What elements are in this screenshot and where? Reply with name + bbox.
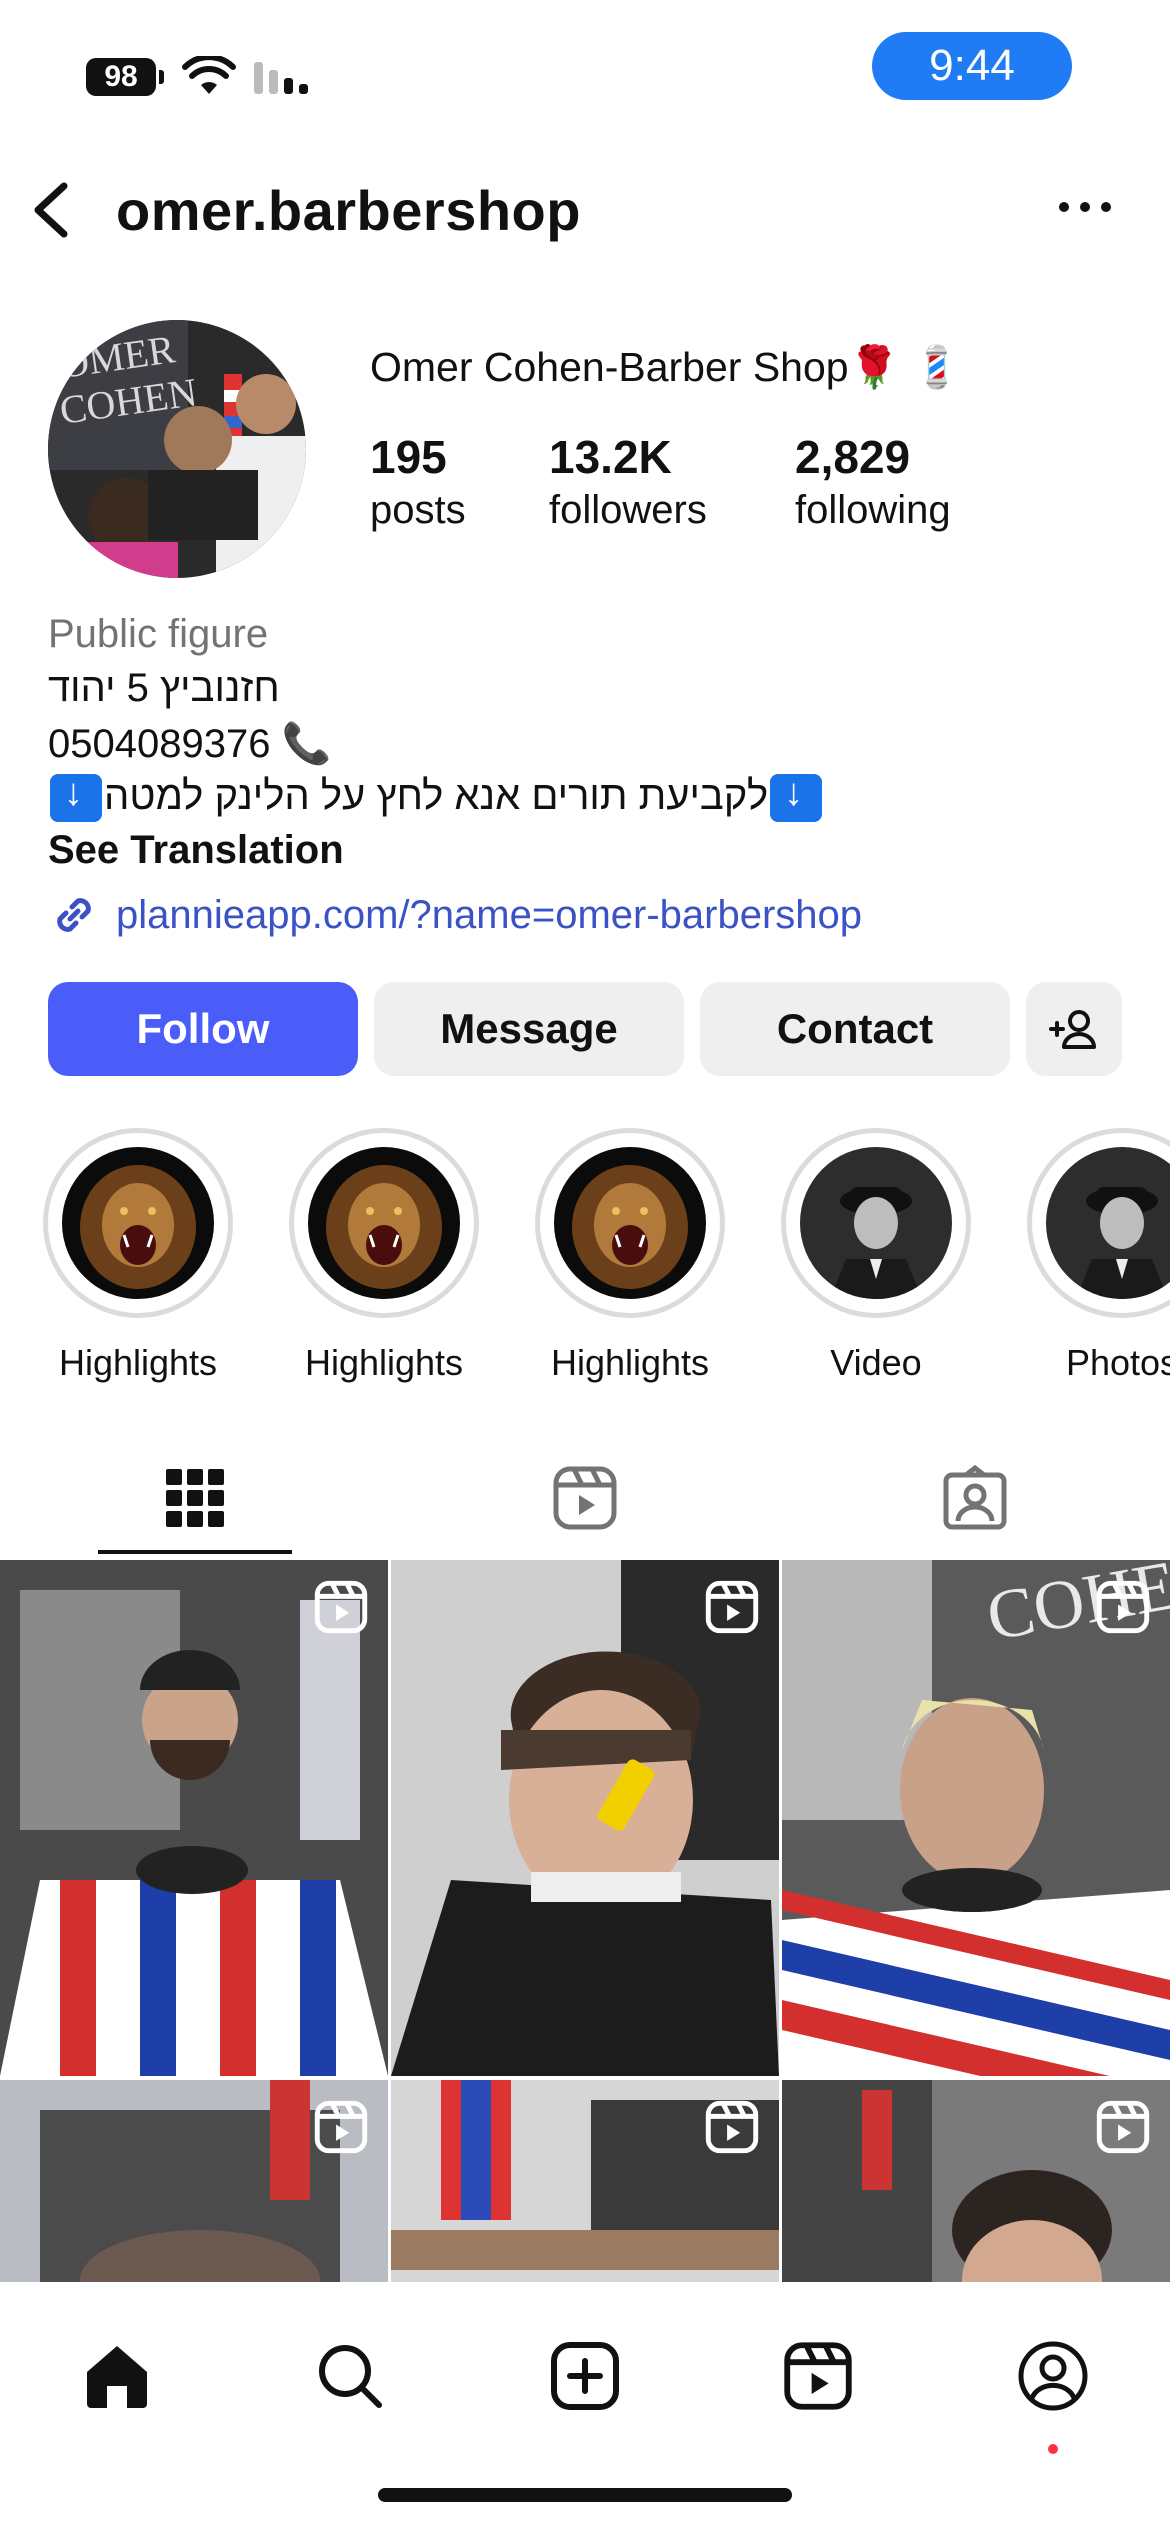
link-icon (57, 898, 91, 932)
highlight-label: Photos (1065, 1342, 1170, 1383)
reel-badge-icon (1096, 1580, 1150, 1634)
posts-count: 195 (370, 431, 447, 483)
back-arrow-icon[interactable] (22, 176, 82, 244)
highlight-item[interactable]: Video (776, 1128, 976, 1384)
down-arrow-emoji-icon (770, 772, 823, 823)
posts-stat[interactable]: 195 posts (370, 430, 466, 533)
highlight-ring (289, 1128, 479, 1318)
lion-image (554, 1147, 706, 1299)
reels-icon (784, 2342, 852, 2410)
battery-indicator: 98 (86, 58, 164, 96)
nav-reels[interactable] (758, 2326, 878, 2426)
grid-icon (166, 1469, 224, 1527)
reel-badge-icon (1096, 2100, 1150, 2154)
highlight-ring (535, 1128, 725, 1318)
profile-header: omer.barbershop (0, 160, 1170, 260)
highlight-label: Video (830, 1342, 922, 1383)
man-in-cap-image (1046, 1147, 1170, 1299)
create-icon (551, 2342, 619, 2410)
highlight-ring (1027, 1128, 1170, 1318)
home-icon (87, 2346, 147, 2408)
lion-image (308, 1147, 460, 1299)
reel-badge-icon (314, 1580, 368, 1634)
post-thumbnail[interactable]: COHEN (782, 1560, 1170, 2076)
reel-badge-icon (705, 1580, 759, 1634)
highlight-item[interactable]: Highlights (38, 1128, 238, 1384)
status-time[interactable]: 9:44 (872, 32, 1072, 100)
wifi-icon (182, 56, 236, 94)
tab-tagged[interactable] (780, 1440, 1170, 1556)
profile-category: Public figure (48, 612, 269, 656)
highlight-ring (781, 1128, 971, 1318)
down-arrow-emoji-icon (50, 772, 102, 823)
more-options-icon[interactable] (1058, 200, 1112, 214)
followers-stat[interactable]: 13.2K followers (549, 430, 707, 533)
bio-booking-text: לקביעת תורים אנא לחץ על הלינק למטה (104, 774, 769, 818)
posts-grid: COHEN (0, 1560, 1170, 2284)
cellular-signal-icon (254, 62, 308, 94)
post-thumbnail[interactable] (0, 1560, 388, 2076)
active-tab-indicator (98, 1550, 292, 1554)
profile-avatar[interactable]: OMER COHEN (48, 320, 306, 578)
notification-dot (1048, 2444, 1058, 2454)
suggested-accounts-button[interactable] (1026, 982, 1122, 1076)
see-translation-link[interactable]: See Translation (48, 828, 1128, 886)
nav-search[interactable] (290, 2326, 410, 2426)
post-thumbnail[interactable] (391, 1560, 779, 2076)
tab-grid[interactable] (0, 1440, 390, 1556)
bio-phone[interactable]: 0504089376 📞 (48, 720, 1128, 774)
following-count: 2,829 (795, 431, 911, 483)
profile-tabs (0, 1440, 1170, 1556)
highlight-item[interactable]: Photos (1022, 1128, 1170, 1384)
tagged-icon (943, 1465, 1007, 1530)
reel-badge-icon (314, 2100, 368, 2154)
following-stat[interactable]: 2,829 following (795, 430, 951, 533)
profile-bio: Public figure חזנוביץ 5 יהוד 0504089376 … (48, 612, 1128, 944)
reel-badge-icon (705, 2100, 759, 2154)
post-thumbnail[interactable] (0, 2080, 388, 2284)
reels-icon (553, 1466, 617, 1530)
message-button[interactable]: Message (374, 982, 684, 1076)
post-thumbnail[interactable] (782, 2080, 1170, 2284)
tab-reels[interactable] (390, 1440, 780, 1556)
nav-create[interactable] (525, 2326, 645, 2426)
status-bar: 98 9:44 (0, 0, 1170, 140)
highlight-label: Highlights (58, 1342, 218, 1383)
contact-button[interactable]: Contact (700, 982, 1010, 1076)
highlight-ring (43, 1128, 233, 1318)
home-indicator[interactable] (378, 2488, 792, 2502)
bio-link[interactable]: plannieapp.com/?name=omer-barbershop (48, 886, 1128, 944)
lion-image (62, 1147, 214, 1299)
follow-button[interactable]: Follow (48, 982, 358, 1076)
bio-booking-line: לקביעת תורים אנא לחץ על הלינק למטה (48, 772, 1128, 828)
nav-profile[interactable] (993, 2326, 1113, 2426)
following-label: following (795, 488, 951, 532)
highlight-item[interactable]: Highlights (530, 1128, 730, 1384)
man-in-cap-image (800, 1147, 952, 1299)
profile-display-name: Omer Cohen-Barber Shop🌹 💈 (370, 344, 963, 390)
add-person-icon (1049, 1010, 1096, 1049)
followers-label: followers (549, 488, 707, 532)
highlight-label: Highlights (304, 1342, 464, 1383)
followers-count: 13.2K (549, 431, 672, 483)
highlight-item[interactable]: Highlights (284, 1128, 484, 1384)
post-thumbnail[interactable] (391, 2080, 779, 2284)
posts-label: posts (370, 488, 466, 532)
search-icon (319, 2345, 382, 2408)
bio-link-text[interactable]: plannieapp.com/?name=omer-barbershop (116, 893, 862, 938)
header-username: omer.barbershop (116, 179, 581, 242)
nav-home[interactable] (57, 2326, 177, 2426)
bio-address: חזנוביץ 5 יהוד (48, 666, 280, 710)
profile-icon (1018, 2341, 1088, 2411)
highlight-label: Highlights (550, 1342, 710, 1383)
